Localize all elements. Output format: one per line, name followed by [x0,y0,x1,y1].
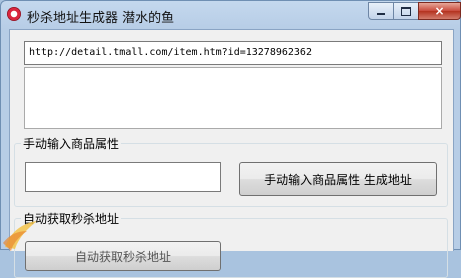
window-title: 秒杀地址生成器 潜水的鱼 [27,11,175,26]
maximize-button[interactable] [393,2,419,20]
app-icon [7,7,21,21]
app-window: 秒杀地址生成器 潜水的鱼 × http://detail.tmall.com/i… [0,0,461,278]
client-area: http://detail.tmall.com/item.htm?id=1327… [9,29,454,278]
generate-address-button[interactable]: 手动输入商品属性 生成地址 [239,162,437,196]
manual-attributes-group: 手动输入商品属性 手动输入商品属性 生成地址 [14,135,448,207]
close-button[interactable]: × [418,2,461,20]
auto-fetch-button[interactable]: 自动获取秒杀地址 [25,241,221,271]
minimize-button[interactable] [368,2,394,20]
title-bar[interactable]: 秒杀地址生成器 潜水的鱼 × [1,1,461,29]
auto-group-title: 自动获取秒杀地址 [21,210,122,227]
url-input[interactable]: http://detail.tmall.com/item.htm?id=1327… [24,41,442,65]
maximize-icon [401,6,411,16]
auto-fetch-group: 自动获取秒杀地址 自动获取秒杀地址 [14,210,448,278]
minimize-icon [377,13,385,15]
result-textarea[interactable] [24,67,442,129]
manual-group-title: 手动输入商品属性 [21,135,122,152]
attribute-input[interactable] [25,162,221,192]
close-icon: × [434,4,445,18]
